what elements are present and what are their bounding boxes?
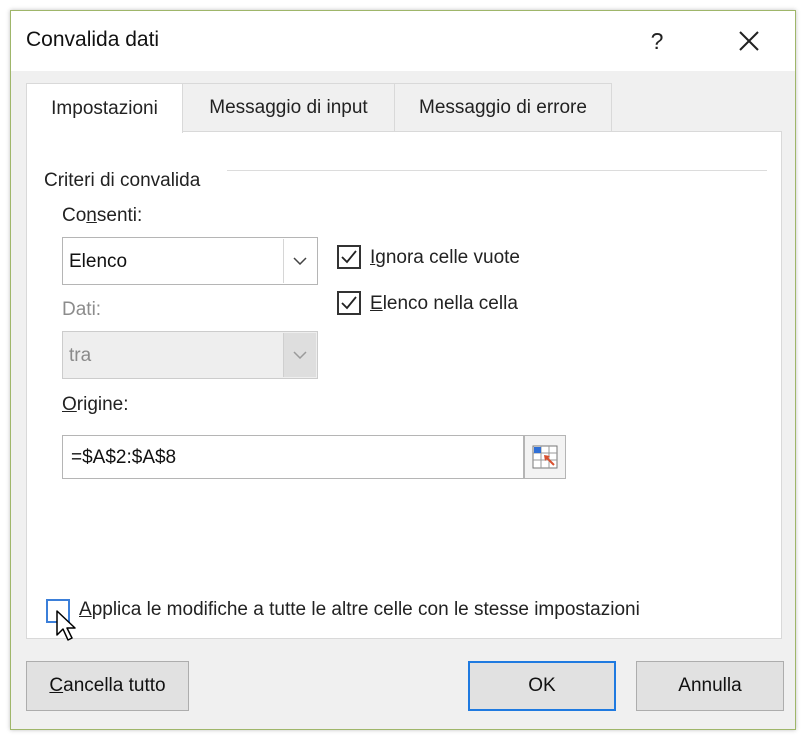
checkmark-icon <box>341 250 357 264</box>
cancel-label: Annulla <box>678 675 742 696</box>
ignore-blank-label[interactable]: Ignora celle vuote <box>370 247 520 269</box>
mouse-pointer-icon <box>56 610 76 641</box>
dialog-title: Convalida dati <box>26 28 160 51</box>
allow-select[interactable]: Elenco <box>62 237 318 285</box>
group-title: Criteri di convalida <box>44 170 209 192</box>
range-selector-button[interactable] <box>524 435 566 479</box>
tab-input-message-label: Messaggio di input <box>209 96 368 118</box>
settings-panel: Criteri di convalida Consenti: Elenco Da… <box>26 131 782 641</box>
allow-dropdown-arrow[interactable] <box>283 239 316 283</box>
allow-label: Consenti: <box>62 205 143 226</box>
data-select: tra <box>62 331 318 379</box>
help-icon: ? <box>650 27 664 54</box>
cancel-button[interactable]: Annulla <box>636 661 784 711</box>
ok-label: OK <box>528 675 556 696</box>
data-label: Dati: <box>62 299 102 320</box>
chevron-down-icon <box>293 351 307 359</box>
source-label: Origine: <box>62 394 129 415</box>
data-dropdown-arrow <box>283 333 316 377</box>
chevron-down-icon <box>293 257 307 265</box>
title-bar: Convalida dati ? <box>11 11 795 71</box>
data-select-value: tra <box>69 345 92 366</box>
ignore-blank-checkbox[interactable] <box>337 245 361 269</box>
allow-select-value: Elenco <box>69 251 128 272</box>
clear-all-label: Cancella tutto <box>49 675 166 696</box>
checkmark-icon <box>341 296 357 310</box>
source-input-value: =$A$2:$A$8 <box>71 447 177 468</box>
help-button[interactable]: ? <box>635 19 679 63</box>
tab-settings[interactable]: Impostazioni <box>26 83 183 133</box>
tab-input-message[interactable]: Messaggio di input <box>182 83 395 131</box>
range-selector-icon <box>532 445 558 469</box>
in-cell-dropdown-label[interactable]: Elenco nella cella <box>370 293 518 315</box>
clear-all-button[interactable]: Cancella tutto <box>26 661 189 711</box>
group-divider <box>227 170 767 171</box>
close-icon <box>739 31 759 51</box>
ok-button[interactable]: OK <box>468 661 616 711</box>
tab-error-alert-label: Messaggio di errore <box>419 96 587 118</box>
close-button[interactable] <box>727 19 771 63</box>
in-cell-dropdown-checkbox[interactable] <box>337 291 361 315</box>
data-validation-dialog: Convalida dati ? Impostazioni Messaggio … <box>10 10 796 730</box>
tab-settings-label: Impostazioni <box>51 97 158 119</box>
apply-all-label[interactable]: Applica le modifiche a tutte le altre ce… <box>79 599 640 621</box>
tab-error-alert[interactable]: Messaggio di errore <box>394 83 612 131</box>
source-input[interactable]: =$A$2:$A$8 <box>62 435 524 479</box>
